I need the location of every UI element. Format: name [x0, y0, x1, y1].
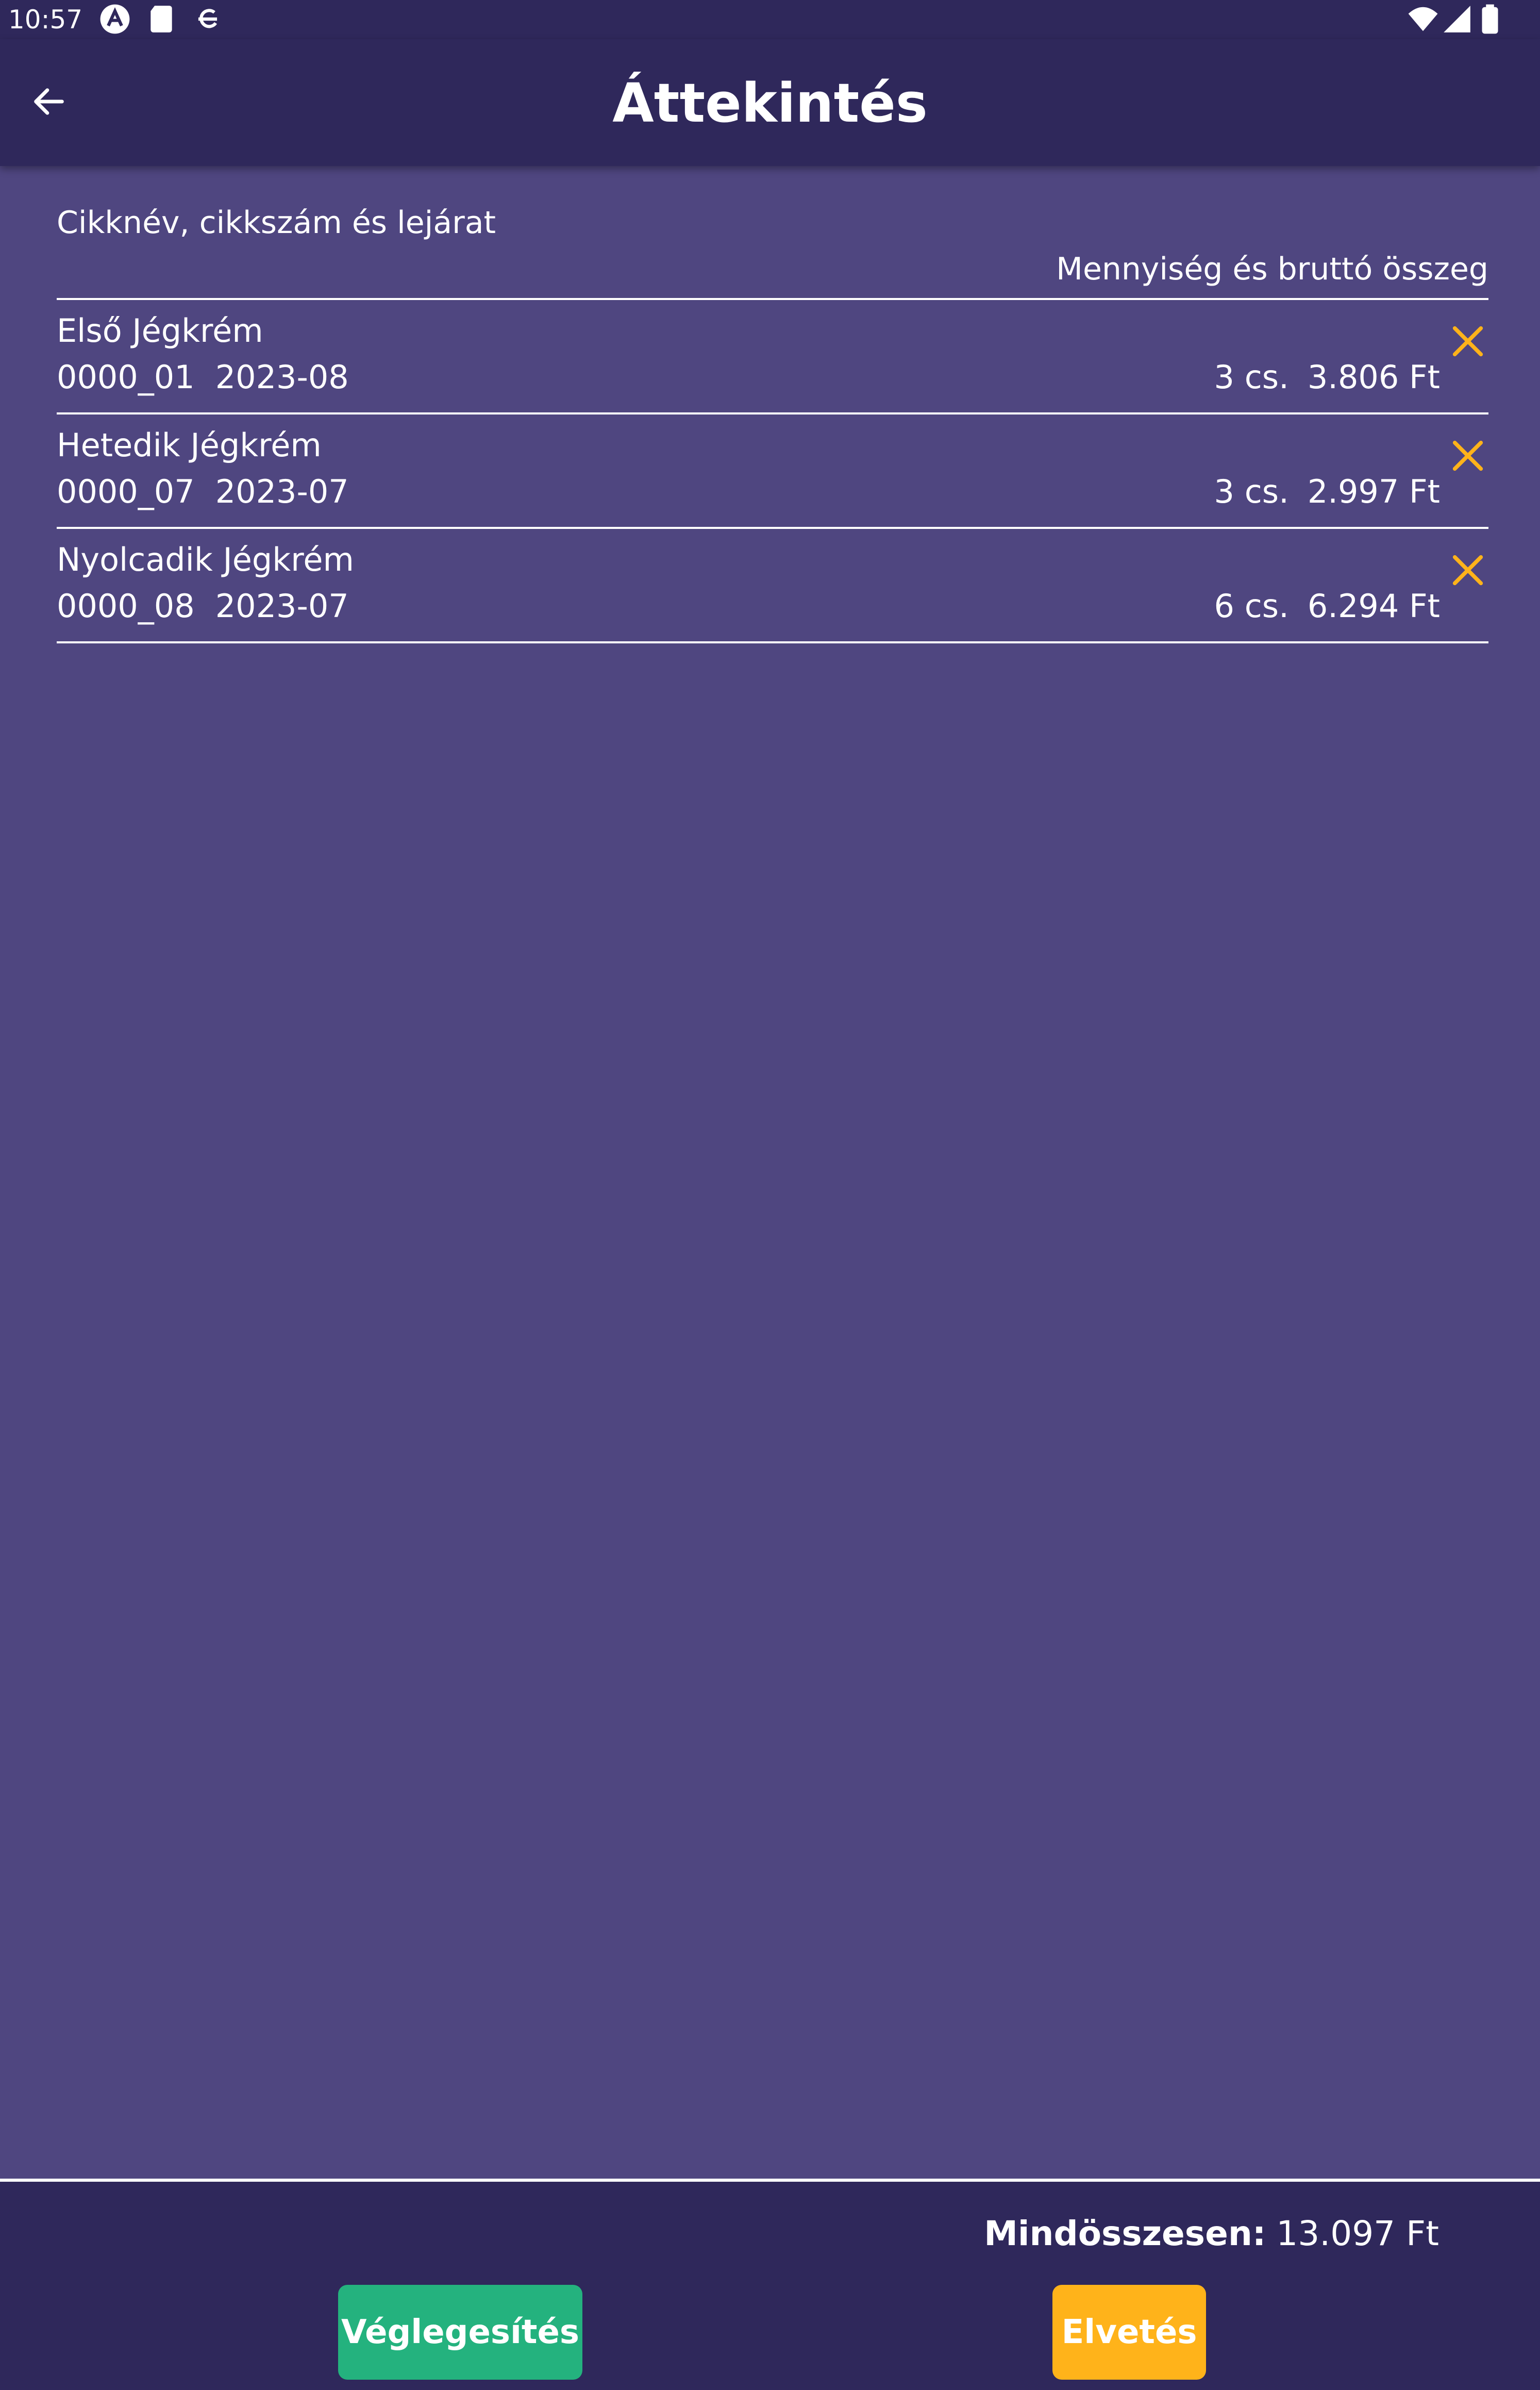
- item-meta: 0000_01 2023-08: [57, 357, 349, 398]
- sd-card-icon: [150, 6, 172, 32]
- item-sku: 0000_01: [57, 358, 195, 396]
- item-name: Első Jégkrém: [57, 312, 263, 350]
- close-icon: [1452, 326, 1483, 357]
- item-quantity: 3 cs.: [1214, 473, 1289, 510]
- total-value: 13.097 Ft: [1276, 2214, 1439, 2253]
- item-quantity: 6 cs.: [1214, 587, 1289, 625]
- list-item: Nyolcadik Jégkrém 0000_08 2023-07 6 cs. 6.…: [57, 529, 1488, 643]
- remove-item-button[interactable]: [1447, 550, 1488, 591]
- item-price: 2.997 Ft: [1307, 473, 1440, 510]
- item-amount: 3 cs. 2.997 Ft: [1214, 471, 1440, 512]
- sync-icon: [198, 9, 217, 28]
- item-name: Hetedik Jégkrém: [57, 426, 322, 464]
- battery-icon: [1482, 4, 1498, 34]
- remove-item-button[interactable]: [1447, 321, 1488, 362]
- finalize-button[interactable]: Véglegesítés: [338, 2285, 582, 2380]
- status-bar: 10:57: [0, 0, 1540, 39]
- close-icon: [1452, 440, 1483, 471]
- item-sku: 0000_07: [57, 473, 195, 510]
- item-expiry: 2023-07: [215, 587, 349, 625]
- cellular-signal-icon: [1444, 6, 1470, 32]
- list-header-right: Mennyiség és bruttó összeg: [1056, 251, 1488, 287]
- list-header-left: Cikknév, cikkszám és lejárat: [57, 205, 496, 241]
- item-price: 6.294 Ft: [1307, 587, 1440, 625]
- wifi-icon: [1408, 7, 1438, 31]
- status-time: 10:57: [8, 5, 83, 35]
- item-amount: 3 cs. 3.806 Ft: [1214, 357, 1440, 398]
- item-name: Nyolcadik Jégkrém: [57, 541, 354, 578]
- list-item: Hetedik Jégkrém 0000_07 2023-07 3 cs. 2.99…: [57, 414, 1488, 529]
- close-icon: [1452, 555, 1483, 586]
- footer: Mindösszesen: 13.097 Ft Véglegesítés Elve…: [0, 2179, 1540, 2390]
- review-list: Cikknév, cikkszám és lejárat Mennyiség é…: [57, 166, 1488, 643]
- item-sku: 0000_08: [57, 587, 195, 625]
- item-amount: 6 cs. 6.294 Ft: [1214, 586, 1440, 627]
- remove-item-button[interactable]: [1447, 435, 1488, 476]
- item-meta: 0000_07 2023-07: [57, 471, 349, 512]
- item-meta: 0000_08 2023-07: [57, 586, 349, 627]
- page-title: Áttekintés: [612, 72, 928, 135]
- list-item: Első Jégkrém 0000_01 2023-08 3 cs. 3.806 F…: [57, 300, 1488, 414]
- app-notification-icon: [100, 4, 130, 34]
- list-header: Cikknév, cikkszám és lejárat Mennyiség é…: [57, 166, 1488, 300]
- discard-button[interactable]: Elvetés: [1052, 2285, 1206, 2380]
- item-price: 3.806 Ft: [1307, 358, 1440, 396]
- total-label: Mindösszesen:: [984, 2214, 1266, 2253]
- item-expiry: 2023-07: [215, 473, 349, 510]
- item-quantity: 3 cs.: [1214, 358, 1289, 396]
- order-total: Mindösszesen: 13.097 Ft: [984, 2211, 1439, 2257]
- app-bar: Áttekintés: [0, 39, 1540, 166]
- item-expiry: 2023-08: [215, 358, 349, 396]
